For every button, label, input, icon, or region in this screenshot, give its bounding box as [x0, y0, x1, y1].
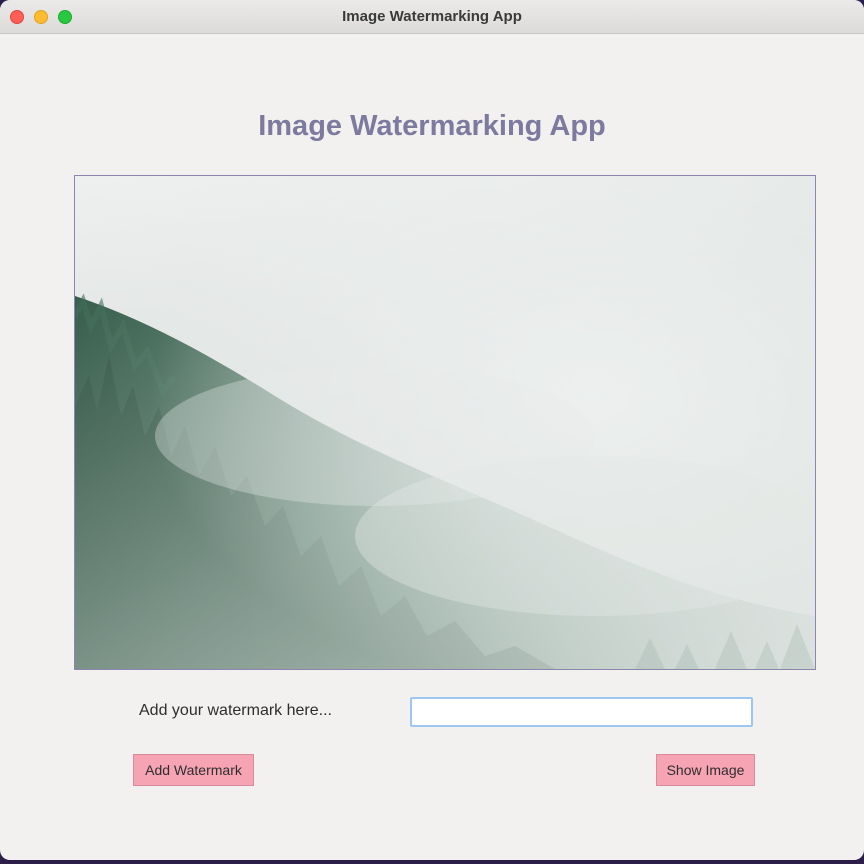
window-title: Image Watermarking App — [342, 8, 522, 25]
app-window: Image Watermarking App Image Watermarkin… — [0, 0, 864, 860]
add-watermark-button[interactable]: Add Watermark — [133, 754, 254, 786]
show-image-button[interactable]: Show Image — [656, 754, 755, 786]
watermark-label: Add your watermark here... — [139, 702, 332, 719]
watermark-input[interactable] — [410, 697, 753, 727]
image-preview — [74, 175, 816, 670]
forest-fog-image — [75, 176, 815, 669]
title-bar[interactable]: Image Watermarking App — [0, 0, 864, 34]
page-title: Image Watermarking App — [258, 110, 606, 142]
